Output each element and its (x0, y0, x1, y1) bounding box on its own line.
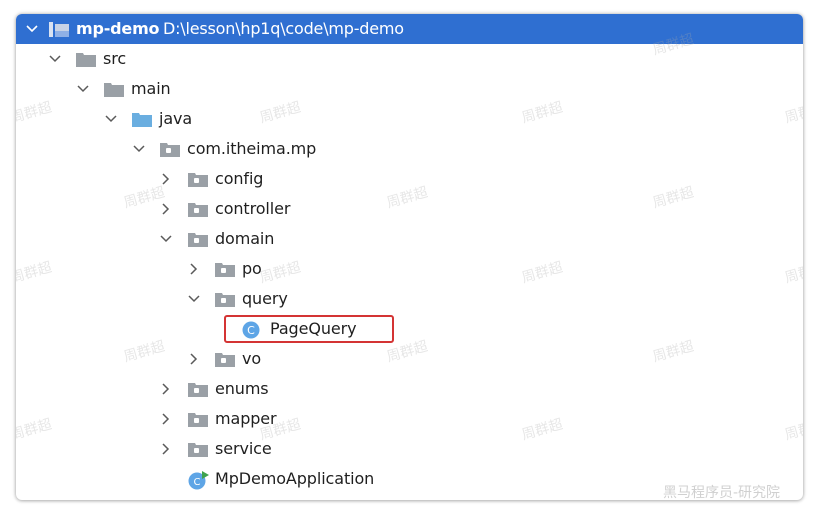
package-icon (215, 262, 235, 281)
corner-watermark: 黑马程序员-研究院 (663, 485, 781, 501)
tree-item-po[interactable]: po (16, 254, 803, 284)
tree-item-domain[interactable]: domain (16, 224, 803, 254)
chevron-down-icon[interactable] (48, 51, 62, 65)
package-icon (188, 202, 208, 221)
tree-item-package[interactable]: com.itheima.mp (16, 134, 803, 164)
tree-item-vo[interactable]: vo (16, 344, 803, 374)
tree-item-main[interactable]: main (16, 74, 803, 104)
folder-icon (104, 82, 124, 101)
tree-item-label: vo (242, 349, 262, 368)
tree-item-service[interactable]: service (16, 434, 803, 464)
chevron-right-icon[interactable] (187, 261, 201, 275)
chevron-down-icon[interactable] (159, 231, 173, 245)
chevron-right-icon[interactable] (159, 381, 173, 395)
project-root-row[interactable]: mp-demo D:\lesson\hp1q\code\mp-demo (16, 14, 803, 44)
tree-item-label: mapper (215, 409, 277, 428)
tree-item-label: com.itheima.mp (187, 139, 317, 158)
chevron-right-icon[interactable] (159, 171, 173, 185)
tree-item-label: controller (215, 199, 291, 218)
tree-item-src[interactable]: src (16, 44, 803, 74)
project-name: mp-demo (76, 19, 160, 38)
tree-item-label: query (242, 289, 288, 308)
tree-item-label: main (131, 79, 171, 98)
tree-item-label: MpDemoApplication (215, 469, 375, 488)
source-folder-icon (132, 112, 152, 131)
package-icon (188, 172, 208, 191)
svg-text:C: C (194, 477, 201, 488)
chevron-right-icon[interactable] (159, 201, 173, 215)
chevron-down-icon[interactable] (104, 111, 118, 125)
chevron-right-icon[interactable] (159, 411, 173, 425)
tree-item-page-query[interactable]: C PageQuery (16, 314, 803, 344)
chevron-right-icon[interactable] (187, 351, 201, 365)
class-icon: C (242, 321, 260, 343)
module-folder-icon (49, 22, 69, 41)
package-icon (188, 442, 208, 461)
tree-item-controller[interactable]: controller (16, 194, 803, 224)
chevron-down-icon[interactable] (132, 141, 146, 155)
tree-item-label: PageQuery (270, 319, 357, 338)
tree-item-label: service (215, 439, 272, 458)
tree-item-config[interactable]: config (16, 164, 803, 194)
chevron-right-icon[interactable] (159, 441, 173, 455)
tree-item-mapper[interactable]: mapper (16, 404, 803, 434)
package-icon (160, 142, 180, 161)
chevron-down-icon[interactable] (25, 21, 39, 40)
tree-item-label: src (103, 49, 127, 68)
tree-item-label: po (242, 259, 262, 278)
project-tree-panel: mp-demo D:\lesson\hp1q\code\mp-demo src … (16, 14, 803, 500)
chevron-down-icon[interactable] (76, 81, 90, 95)
svg-text:C: C (247, 324, 255, 337)
tree-item-enums[interactable]: enums (16, 374, 803, 404)
package-icon (215, 352, 235, 371)
spring-boot-class-icon: C (188, 470, 210, 494)
tree-item-label: config (215, 169, 264, 188)
project-path: D:\lesson\hp1q\code\mp-demo (163, 19, 404, 38)
tree-item-label: domain (215, 229, 275, 248)
package-icon (215, 292, 235, 311)
tree-item-query[interactable]: query (16, 284, 803, 314)
tree-item-java[interactable]: java (16, 104, 803, 134)
package-icon (188, 412, 208, 431)
package-icon (188, 232, 208, 251)
tree-item-label: enums (215, 379, 269, 398)
tree-item-label: java (159, 109, 193, 128)
folder-icon (76, 52, 96, 71)
chevron-down-icon[interactable] (187, 291, 201, 305)
package-icon (188, 382, 208, 401)
